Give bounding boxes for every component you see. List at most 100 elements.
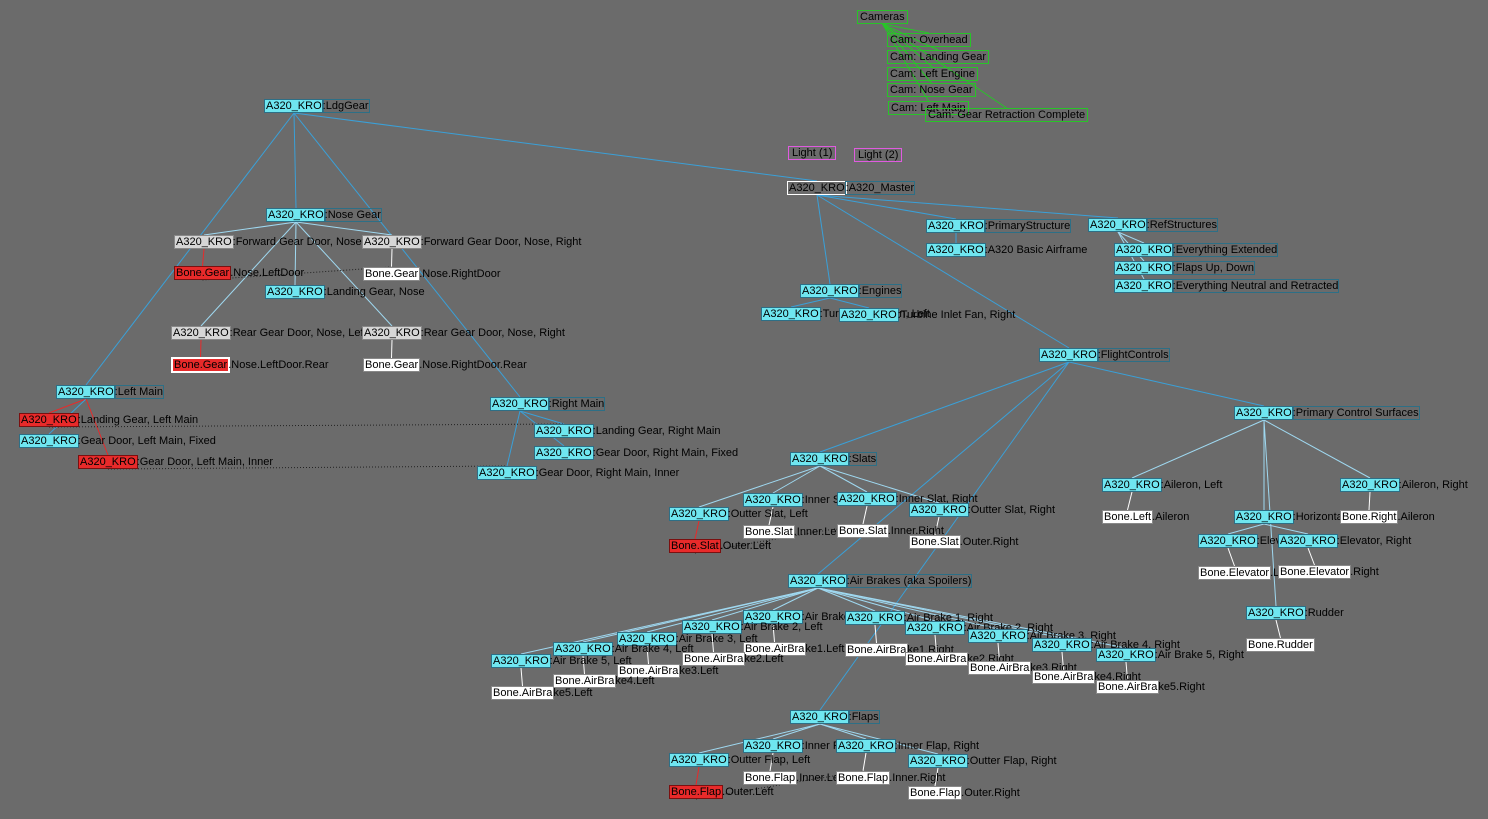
edge-outter_slat_left-bone_slat_outer_left: [694, 520, 700, 540]
node-landing-gear-left-main[interactable]: A320_KRO:Landing Gear, Left Main: [19, 413, 199, 427]
node-outter-slat-right[interactable]: A320_KRO:Outter Slat, Right: [909, 503, 1056, 517]
node-prefix: A320_KRO: [362, 235, 422, 249]
edge-fwd_door_right-bone_nose_rightdoor: [391, 248, 393, 268]
node-light-2[interactable]: Light (2): [853, 148, 903, 162]
node-air-brakes[interactable]: A320_KRO:Air Brakes (aka Spoilers): [788, 574, 973, 588]
node-landing-gear-nose[interactable]: A320_KRO:Landing Gear, Nose: [265, 285, 425, 299]
node-bone-rudder[interactable]: Bone.Rudder: [1246, 638, 1315, 652]
node-prefix: Bone.Gear: [362, 267, 421, 281]
node-cam-gear-retraction[interactable]: Cam: Gear Retraction Complete: [924, 108, 1089, 122]
node-aileron-right[interactable]: A320_KRO:Aileron, Right: [1340, 478, 1468, 492]
node-forward-gear-door-left[interactable]: A320_KRO:Forward Gear Door, Nose, Left: [174, 235, 386, 249]
node-bone-gear-nose-leftdoor-rear[interactable]: Bone.Gear.Nose.LeftDoor.Rear: [170, 357, 328, 373]
node-rear-gear-door-right[interactable]: A320_KRO:Rear Gear Door, Nose, Right: [362, 326, 565, 340]
node-prefix: A320_KRO: [362, 326, 422, 340]
node-bone-flap-inner-right[interactable]: Bone.Flap.Inner.Right: [835, 771, 945, 785]
node-slats[interactable]: A320_KRO:Slats: [790, 452, 878, 466]
node-outter-flap-right[interactable]: A320_KRO:Outter Flap, Right: [908, 754, 1057, 768]
node-gear-door-right-main-inner[interactable]: A320_KRO:Gear Door, Right Main, Inner: [477, 466, 679, 480]
node-rudder[interactable]: A320_KRO:Rudder: [1246, 606, 1344, 620]
node-air-brake-4-left[interactable]: A320_KRO:Air Brake 4, Left: [553, 642, 694, 656]
node-ldggear[interactable]: A320_KRO:LdgGear: [264, 99, 370, 113]
node-label: Cam: Nose Gear: [887, 83, 976, 97]
node-light-1[interactable]: Light (1): [787, 146, 837, 160]
node-air-brake-5-right[interactable]: A320_KRO:Air Brake 5, Right: [1096, 648, 1244, 662]
node-bone-airbrake5-right[interactable]: Bone.AirBrake5.Right: [1095, 680, 1205, 694]
node-air-brake-2-left[interactable]: A320_KRO:Air Brake 2, Left: [682, 620, 823, 634]
node-inner-flap-right[interactable]: A320_KRO:Inner Flap, Right: [836, 739, 979, 753]
edge-ab5_left-bone_ab5_left: [520, 667, 523, 687]
node-basic-airframe[interactable]: A320_KRO:A320 Basic Airframe: [926, 243, 1088, 257]
node-bone-airbrake2-left[interactable]: Bone.AirBrake2.Left: [681, 652, 783, 666]
node-label: Cam: Left Engine: [887, 67, 978, 81]
node-bone-slat-inner-left[interactable]: Bone.Slat.Inner.Left: [743, 525, 843, 539]
node-cam-nose-gear[interactable]: Cam: Nose Gear: [887, 83, 976, 97]
node-right-main[interactable]: A320_KRO:Right Main: [490, 397, 606, 411]
edge-flight_controls-primary_surfaces: [1068, 361, 1265, 407]
node-air-brake-5-left[interactable]: A320_KRO:Air Brake 5, Left: [491, 654, 632, 668]
node-ref-structures[interactable]: A320_KRO:RefStructures: [1088, 218, 1218, 232]
node-bone-slat-outer-left[interactable]: Bone.Slat.Outer.Left: [669, 539, 771, 553]
node-prefix: A320_KRO: [1278, 534, 1338, 548]
node-outter-flap-left[interactable]: A320_KRO:Outter Flap, Left: [669, 753, 810, 767]
node-outter-slat-left[interactable]: A320_KRO:Outter Slat, Left: [669, 507, 808, 521]
node-flaps[interactable]: A320_KRO:Flaps: [790, 710, 880, 724]
node-prefix: A320_KRO: [926, 219, 986, 233]
node-prefix: A320_KRO: [669, 753, 729, 767]
node-primary-control-surfaces[interactable]: A320_KRO:Primary Control Surfaces: [1234, 406, 1420, 420]
node-prefix: A320_KRO: [1032, 638, 1092, 652]
node-bone-airbrake4-left[interactable]: Bone.AirBrake4.Left: [552, 674, 654, 688]
node-cam-landing-gear[interactable]: Cam: Landing Gear: [887, 50, 989, 64]
node-turbine-right[interactable]: A320_KRO:Turbine Inlet Fan, Right: [839, 308, 1015, 322]
node-cameras[interactable]: Cameras: [857, 10, 908, 24]
node-bone-flap-outer-right[interactable]: Bone.Flap.Outer.Right: [907, 786, 1020, 800]
node-label: :Landing Gear, Right Main: [592, 425, 721, 437]
node-label: Cameras: [857, 10, 908, 24]
node-bone-flap-inner-left[interactable]: Bone.Flap.Inner.Left: [742, 771, 845, 785]
node-prefix: Bone.Flap: [835, 771, 891, 785]
node-flight-controls[interactable]: A320_KRO:FlightControls: [1039, 348, 1170, 362]
node-label: .Outer.Right: [959, 536, 1019, 548]
node-label: :Rudder: [1304, 607, 1344, 619]
edge-right_main-lg_right_main: [519, 410, 565, 425]
node-elevator-right[interactable]: A320_KRO:Elevator, Right: [1278, 534, 1411, 548]
node-label: :A320 Basic Airframe: [984, 244, 1088, 256]
node-rear-gear-door-left[interactable]: A320_KRO:Rear Gear Door, Nose, Left: [171, 326, 367, 340]
node-gear-door-left-main-fixed[interactable]: A320_KRO:Gear Door, Left Main, Fixed: [19, 434, 216, 448]
node-label: :Landing Gear, Left Main: [77, 414, 199, 426]
node-bone-elevator-right[interactable]: Bone.Elevator.Right: [1277, 565, 1379, 579]
node-gear-door-left-main-inner[interactable]: A320_KRO:Gear Door, Left Main, Inner: [78, 455, 273, 469]
node-everything-neutral[interactable]: A320_KRO:Everything Neutral and Retracte…: [1114, 279, 1340, 293]
node-prefix: A320_KRO: [1198, 534, 1258, 548]
node-prefix: A320_KRO: [534, 424, 594, 438]
edge-outter_flap_left-bone_flap_outer_left: [695, 766, 700, 786]
node-prefix: A320_KRO: [264, 99, 324, 113]
node-prefix: Bone.Elevator: [1277, 565, 1352, 579]
node-label: :Outter Slat, Right: [967, 504, 1056, 516]
node-bone-gear-nose-rightdoor[interactable]: Bone.Gear.Nose.RightDoor: [362, 267, 501, 281]
node-aileron-left[interactable]: A320_KRO:Aileron, Left: [1102, 478, 1222, 492]
node-bone-left-aileron[interactable]: Bone.Left.Aileron: [1101, 510, 1189, 524]
node-bone-airbrake5-left[interactable]: Bone.AirBrake5.Left: [490, 686, 592, 700]
node-label: :Left Main: [113, 385, 164, 399]
node-gear-door-right-main-fixed[interactable]: A320_KRO:Gear Door, Right Main, Fixed: [534, 446, 738, 460]
node-flaps-up-down[interactable]: A320_KRO:Flaps Up, Down: [1114, 261, 1255, 275]
node-landing-gear-right-main[interactable]: A320_KRO:Landing Gear, Right Main: [534, 424, 721, 438]
node-cam-left-engine[interactable]: Cam: Left Engine: [887, 67, 978, 81]
node-bone-gear-nose-rightdoor-rear[interactable]: Bone.Gear.Nose.RightDoor.Rear: [362, 358, 527, 372]
node-forward-gear-door-right[interactable]: A320_KRO:Forward Gear Door, Nose, Right: [362, 235, 581, 249]
node-bone-slat-outer-right[interactable]: Bone.Slat.Outer.Right: [909, 535, 1019, 549]
node-bone-elevator-left[interactable]: Bone.Elevator.Left: [1197, 566, 1292, 580]
node-nose-gear[interactable]: A320_KRO:Nose Gear: [266, 208, 382, 222]
node-everything-extended[interactable]: A320_KRO:Everything Extended: [1114, 243, 1279, 257]
node-bone-gear-nose-leftdoor[interactable]: Bone.Gear.Nose.LeftDoor: [173, 266, 304, 280]
node-prefix: A320_KRO: [491, 654, 551, 668]
node-bone-flap-outer-left[interactable]: Bone.Flap.Outer.Left: [668, 785, 774, 799]
node-left-main[interactable]: A320_KRO:Left Main: [56, 385, 164, 399]
node-engines[interactable]: A320_KRO:Engines: [800, 284, 903, 298]
node-bone-right-aileron[interactable]: Bone.Right.Aileron: [1339, 510, 1435, 524]
node-primary-structure[interactable]: A320_KRO:PrimaryStructure: [926, 219, 1072, 233]
node-prefix: A320_KRO: [19, 434, 79, 448]
node-cam-overhead[interactable]: Cam: Overhead: [887, 33, 971, 47]
node-a320-master[interactable]: A320_KRO:A320_Master: [787, 181, 916, 195]
